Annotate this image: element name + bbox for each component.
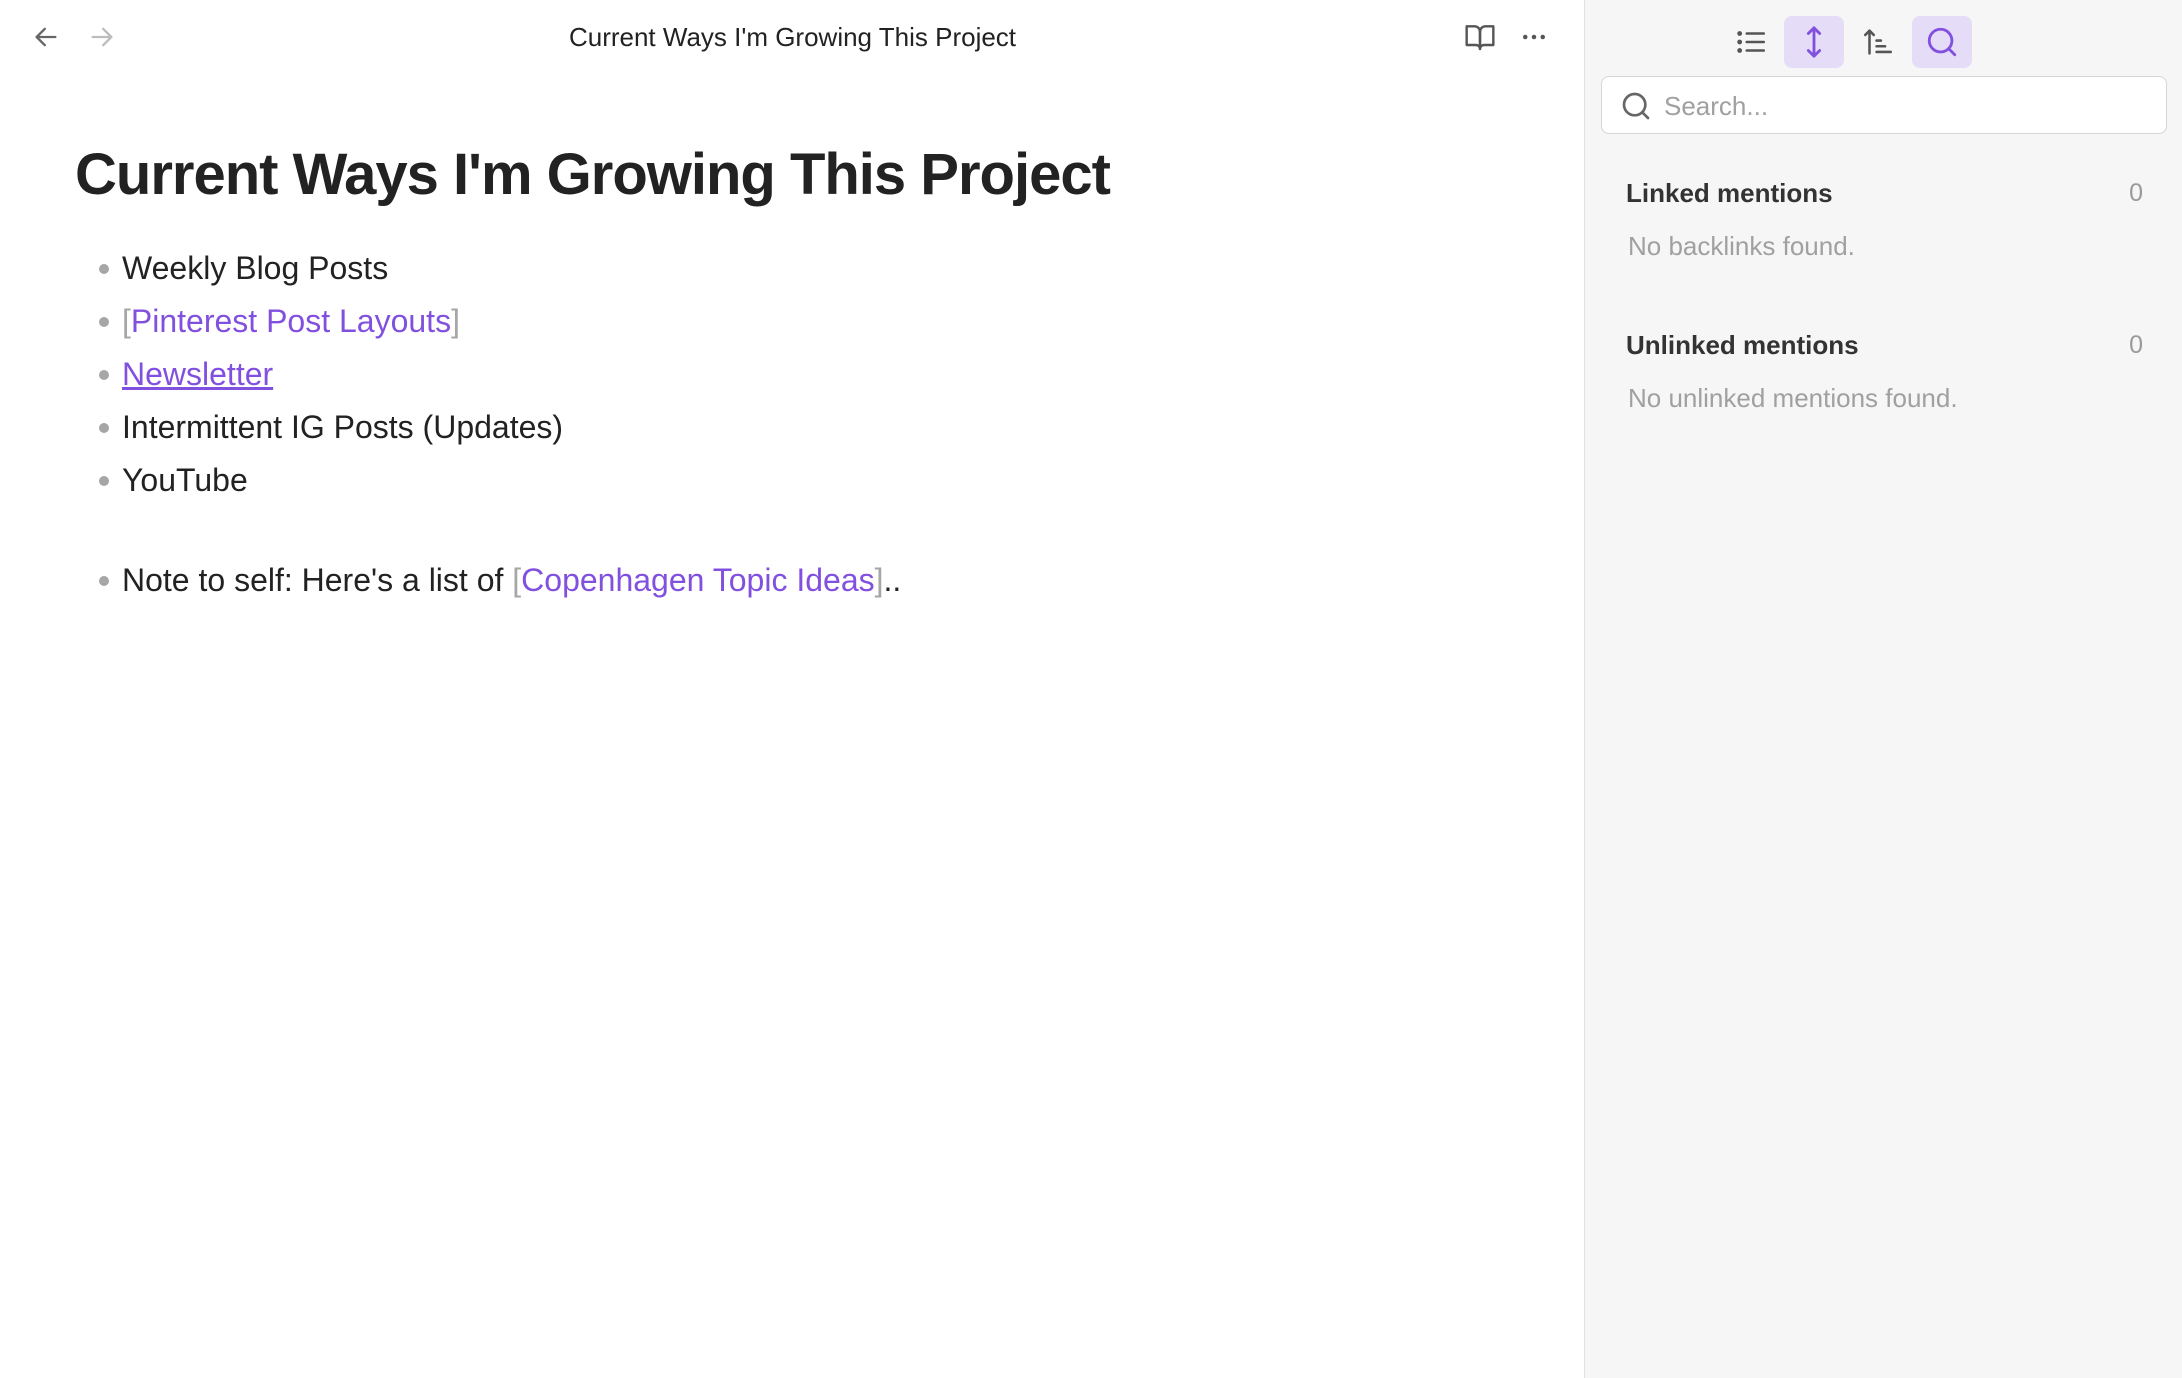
internal-link-newsletter[interactable]: Newsletter [122, 356, 273, 392]
open-book-icon [1465, 25, 1495, 51]
link-bracket-open: [ [122, 303, 131, 339]
unlinked-mentions-empty-message: No unlinked mentions found. [1628, 383, 1958, 413]
link-bracket-close: ] [874, 562, 884, 598]
collapse-results-icon [1737, 31, 1766, 53]
bullet-icon [99, 476, 109, 486]
list-item[interactable]: Intermittent IG Posts (Updates) [75, 401, 1535, 454]
bullet-icon [99, 317, 109, 327]
arrow-left-icon [35, 27, 57, 47]
bullet-icon [99, 423, 109, 433]
list-item[interactable]: YouTube [75, 454, 1535, 507]
bullet-icon [99, 370, 109, 380]
backlinks-toolbar [1585, 0, 2182, 74]
navigate-forward-button[interactable] [82, 17, 122, 57]
sort-icon [1863, 29, 1893, 55]
more-options-button[interactable] [1512, 15, 1556, 59]
note-to-self-prefix: Note to self: Here's a list of [122, 562, 513, 598]
search-toggle-icon [1927, 27, 1957, 57]
backlinks-sidebar: Linked mentions 0 No backlinks found. Un… [1585, 0, 2182, 1378]
list-item[interactable]: Newsletter [75, 348, 1535, 401]
list-item-text: YouTube [122, 462, 248, 498]
more-horizontal-icon [1523, 34, 1545, 40]
view-header-title[interactable]: Current Ways I'm Growing This Project [569, 22, 1016, 52]
linked-mentions-count: 0 [2129, 178, 2143, 207]
internal-link-pinterest-post-layouts[interactable]: Pinterest Post Layouts [131, 303, 451, 339]
internal-link-copenhagen-topic-ideas[interactable]: Copenhagen Topic Ideas [521, 562, 874, 598]
collapse-results-button[interactable] [1721, 16, 1781, 68]
linked-mentions-empty-message: No backlinks found. [1628, 231, 1855, 261]
note-title[interactable]: Current Ways I'm Growing This Project [75, 138, 1535, 212]
unlinked-mentions-section: Unlinked mentions 0 No unlinked mentions… [1626, 328, 2143, 414]
search-toggle-button[interactable] [1912, 16, 1972, 68]
app-window: Current Ways I'm Growing This Project Cu… [0, 0, 2182, 1378]
list-item-text: Intermittent IG Posts (Updates) [122, 409, 564, 445]
search-icon [1620, 90, 1652, 127]
backlinks-search-box [1601, 76, 2167, 134]
list-item[interactable]: [Pinterest Post Layouts] [75, 295, 1535, 348]
navigate-back-button[interactable] [26, 17, 66, 57]
linked-mentions-title: Linked mentions [1626, 177, 1833, 208]
linked-mentions-section: Linked mentions 0 No backlinks found. [1626, 176, 2143, 262]
show-more-context-icon [1806, 26, 1822, 58]
bullet-icon [99, 576, 109, 586]
unlinked-mentions-title: Unlinked mentions [1626, 329, 1859, 360]
note-to-self-suffix: .. [883, 562, 902, 598]
list-item-text: Weekly Blog Posts [122, 250, 389, 286]
bullet-list: Weekly Blog Posts [Pinterest Post Layout… [75, 242, 1535, 507]
editor-pane: Current Ways I'm Growing This Project Cu… [0, 0, 1585, 1378]
link-bracket-close: ] [451, 303, 460, 339]
note-to-self-list: Note to self: Here's a list of [Copenhag… [75, 554, 1535, 607]
bullet-icon [99, 264, 109, 274]
list-item[interactable]: Weekly Blog Posts [75, 242, 1535, 295]
arrow-right-icon [91, 27, 113, 47]
note-content[interactable]: Current Ways I'm Growing This Project We… [75, 138, 1535, 607]
show-more-context-button[interactable] [1784, 16, 1844, 68]
change-sort-order-button[interactable] [1848, 16, 1908, 68]
reading-view-button[interactable] [1458, 15, 1502, 59]
unlinked-mentions-header[interactable]: Unlinked mentions 0 [1626, 328, 2143, 362]
unlinked-mentions-count: 0 [2129, 330, 2143, 359]
link-bracket-open: [ [512, 562, 522, 598]
view-header: Current Ways I'm Growing This Project [0, 0, 1585, 74]
backlinks-search-input[interactable] [1662, 83, 2156, 129]
list-item[interactable]: Note to self: Here's a list of [Copenhag… [75, 554, 1535, 607]
linked-mentions-header[interactable]: Linked mentions 0 [1626, 176, 2143, 210]
